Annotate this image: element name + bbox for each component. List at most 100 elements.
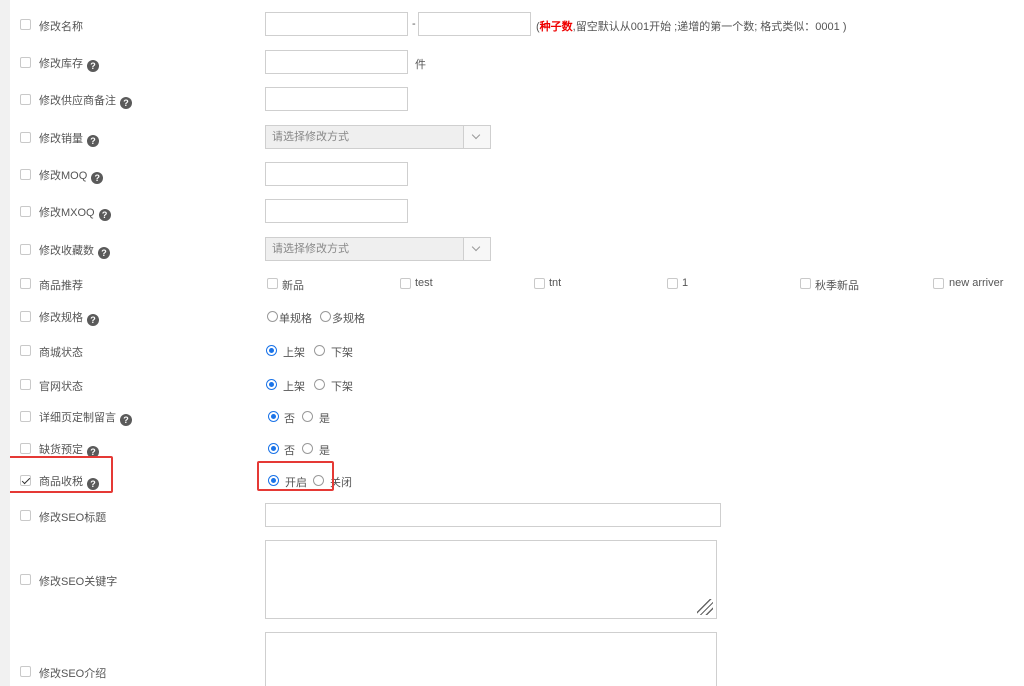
detail-message-yes-label: 是 — [319, 413, 330, 425]
name-end-input[interactable] — [418, 12, 531, 36]
preorder-no-radio[interactable] — [268, 443, 279, 454]
site-status-checkbox[interactable] — [20, 379, 31, 390]
preorder-yes-radio[interactable] — [302, 443, 313, 454]
supplier-note-checkbox[interactable] — [20, 94, 31, 105]
sales-checkbox[interactable] — [20, 132, 31, 143]
row-mall-status: 商城状态 上架 下架 — [10, 340, 1024, 360]
detail-message-no-radio[interactable] — [268, 411, 279, 422]
seo-desc-textarea[interactable] — [265, 632, 717, 686]
row-tax: 商品收税? 开启 关闭 — [10, 470, 1024, 490]
help-icon[interactable]: ? — [91, 172, 104, 184]
mxoq-input[interactable] — [265, 199, 408, 223]
row-name: 修改名称 - (种子数,留空默认从001开始 ;递增的第一个数; 格式类似：00… — [10, 12, 1024, 36]
chevron-down-icon[interactable] — [463, 238, 490, 260]
stock-unit: 件 — [415, 59, 426, 71]
help-icon[interactable]: ? — [120, 97, 132, 109]
moq-input[interactable] — [265, 162, 408, 186]
help-icon[interactable]: ? — [120, 414, 132, 426]
sales-select-value: 请选择修改方式 — [272, 131, 349, 143]
preorder-checkbox[interactable] — [20, 443, 31, 454]
recommend-option-checkbox[interactable] — [667, 278, 678, 289]
row-moq: 修改MOQ? — [10, 162, 1024, 186]
detail-message-checkbox[interactable] — [20, 411, 31, 422]
name-start-input[interactable] — [265, 12, 408, 36]
mall-status-off-radio[interactable] — [314, 345, 325, 356]
detail-message-yes-radio[interactable] — [302, 411, 313, 422]
recommend-label: 商品推荐 — [39, 280, 83, 292]
recommend-checkbox[interactable] — [20, 278, 31, 289]
recommend-option-label: test — [415, 277, 433, 289]
site-status-on-radio[interactable] — [266, 379, 277, 390]
mall-status-checkbox[interactable] — [20, 345, 31, 356]
recommend-option-checkbox[interactable] — [800, 278, 811, 289]
supplier-note-label-text: 修改供应商备注 — [39, 95, 116, 107]
sales-method-select[interactable]: 请选择修改方式 — [265, 125, 491, 149]
stock-checkbox[interactable] — [20, 57, 31, 68]
sales-label: 修改销量? — [39, 130, 99, 147]
recommend-option-checkbox[interactable] — [400, 278, 411, 289]
hint-seed-number: 种子数 — [539, 21, 573, 33]
moq-label: 修改MOQ? — [39, 167, 104, 184]
favorites-label: 修改收藏数? — [39, 242, 110, 259]
row-recommend: 商品推荐 新品 test tnt 1 秋季新品 new arriver — [10, 273, 1024, 293]
seo-title-input[interactable] — [265, 503, 721, 527]
spec-single-label: 单规格 — [279, 313, 312, 325]
row-site-status: 官网状态 上架 下架 — [10, 374, 1024, 394]
spec-label-text: 修改规格 — [39, 312, 83, 324]
row-supplier-note: 修改供应商备注? — [10, 87, 1024, 111]
preorder-no-label: 否 — [284, 445, 295, 457]
favorites-label-text: 修改收藏数 — [39, 245, 94, 257]
recommend-option-checkbox[interactable] — [534, 278, 545, 289]
favorites-checkbox[interactable] — [20, 244, 31, 255]
seo-keywords-label: 修改SEO关键字 — [39, 576, 118, 588]
favorites-select-value: 请选择修改方式 — [272, 243, 349, 255]
site-status-off-radio[interactable] — [314, 379, 325, 390]
site-status-label: 官网状态 — [39, 381, 83, 393]
hint-rest: ,留空默认从001开始 ;递增的第一个数; 格式类似：0001 ) — [572, 21, 847, 33]
seo-title-label: 修改SEO标题 — [39, 512, 107, 524]
chevron-down-icon[interactable] — [463, 126, 490, 148]
stock-input[interactable] — [265, 50, 408, 74]
highlight-box-tax-options — [257, 461, 334, 491]
mxoq-label-text: 修改MXOQ — [39, 207, 95, 219]
preorder-label-text: 缺货预定 — [39, 444, 83, 456]
help-icon[interactable]: ? — [87, 135, 99, 147]
help-icon[interactable]: ? — [87, 60, 99, 72]
help-icon[interactable]: ? — [98, 209, 111, 221]
spec-multi-radio[interactable] — [320, 311, 331, 322]
seo-keywords-textarea[interactable] — [265, 540, 717, 619]
seo-title-checkbox[interactable] — [20, 510, 31, 521]
row-sales: 修改销量? 请选择修改方式 — [10, 125, 1024, 149]
spec-checkbox[interactable] — [20, 311, 31, 322]
mall-status-on-radio[interactable] — [266, 345, 277, 356]
recommend-option-checkbox[interactable] — [933, 278, 944, 289]
moq-checkbox[interactable] — [20, 169, 31, 180]
seo-keywords-checkbox[interactable] — [20, 574, 31, 585]
row-mxoq: 修改MXOQ? — [10, 199, 1024, 223]
highlight-box-tax-checkbox — [10, 456, 113, 493]
name-checkbox[interactable] — [20, 19, 31, 30]
mall-status-off-label: 下架 — [331, 347, 353, 359]
recommend-option-label: 秋季新品 — [815, 280, 859, 292]
row-detail-message: 详细页定制留言? 否 是 — [10, 406, 1024, 426]
supplier-note-input[interactable] — [265, 87, 408, 111]
spec-single-radio[interactable] — [267, 311, 278, 322]
mxoq-checkbox[interactable] — [20, 206, 31, 217]
recommend-option-label: 新品 — [282, 280, 304, 292]
moq-label-text: 修改MOQ — [39, 170, 88, 182]
recommend-option-checkbox[interactable] — [267, 278, 278, 289]
row-spec: 修改规格? 单规格 多规格 — [10, 306, 1024, 326]
seo-desc-label: 修改SEO介绍 — [39, 668, 107, 680]
help-icon[interactable]: ? — [87, 314, 99, 326]
recommend-option-label: 1 — [682, 277, 689, 289]
resize-handle-icon[interactable] — [697, 599, 713, 615]
detail-message-no-label: 否 — [284, 413, 295, 425]
row-favorites: 修改收藏数? 请选择修改方式 — [10, 237, 1024, 261]
favorites-method-select[interactable]: 请选择修改方式 — [265, 237, 491, 261]
help-icon[interactable]: ? — [98, 247, 110, 259]
recommend-option-label: tnt — [549, 277, 562, 289]
seo-desc-checkbox[interactable] — [20, 666, 31, 677]
stock-label-text: 修改库存 — [39, 58, 83, 70]
spec-multi-label: 多规格 — [332, 313, 365, 325]
name-label: 修改名称 — [39, 21, 83, 33]
